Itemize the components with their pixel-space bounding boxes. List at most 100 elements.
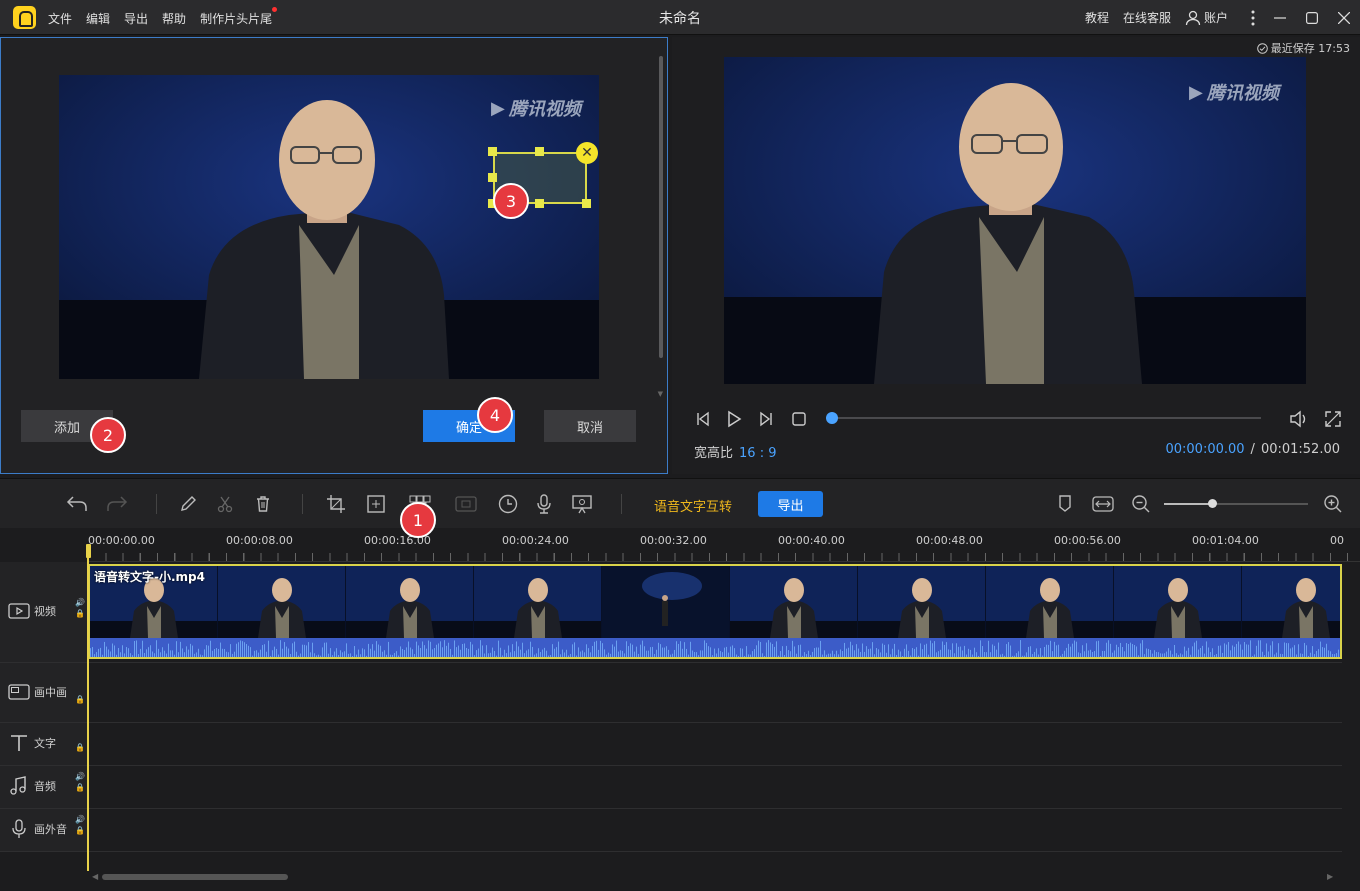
scroll-down-arrow-icon[interactable]: ▼: [658, 390, 663, 398]
zoom-region-button[interactable]: [365, 493, 387, 515]
more-menu-button[interactable]: [1242, 0, 1264, 35]
zoom-in-button[interactable]: [1322, 493, 1344, 515]
crop-button[interactable]: [325, 493, 347, 515]
mute-track-icon[interactable]: 🔊: [75, 815, 85, 824]
next-frame-button[interactable]: [755, 408, 777, 430]
duration-button[interactable]: [497, 493, 519, 515]
waveform-bar: [1152, 653, 1153, 657]
aspect-ratio[interactable]: 宽高比 16 : 9: [694, 442, 776, 461]
redo-button[interactable]: [106, 493, 128, 515]
menu-export[interactable]: 导出: [124, 10, 148, 27]
account-button[interactable]: 账户: [1185, 9, 1228, 26]
menu-edit[interactable]: 编辑: [86, 10, 110, 27]
waveform-bar: [968, 648, 969, 657]
edit-video-canvas[interactable]: ▶ 腾讯视频: [59, 75, 599, 379]
lock-track-icon[interactable]: 🔒: [75, 609, 85, 618]
stop-icon: [792, 412, 806, 426]
mute-track-icon[interactable]: 🔊: [75, 772, 85, 781]
export-button[interactable]: 导出: [758, 491, 823, 517]
waveform-bar: [974, 647, 975, 657]
resize-handle-ml[interactable]: [488, 173, 497, 182]
waveform-bar: [504, 649, 505, 657]
delete-button[interactable]: [252, 493, 274, 515]
waveform-bar: [616, 640, 617, 657]
timeline-horizontal-scrollbar[interactable]: [102, 874, 288, 880]
timeline-zoom-slider[interactable]: [1164, 499, 1308, 508]
support-link[interactable]: 在线客服: [1123, 9, 1171, 26]
waveform-bar: [194, 653, 195, 657]
preview-video[interactable]: ▶ 腾讯视频: [724, 57, 1306, 384]
waveform-bar: [332, 655, 333, 657]
playhead[interactable]: [87, 544, 89, 871]
scroll-right-arrow-icon[interactable]: ▶: [1327, 872, 1333, 881]
waveform-bar: [1090, 649, 1091, 657]
maximize-button[interactable]: [1296, 0, 1328, 35]
mute-track-icon[interactable]: 🔊: [75, 598, 85, 607]
waveform-bar: [918, 655, 919, 657]
menu-help[interactable]: 帮助: [162, 10, 186, 27]
volume-button[interactable]: [1288, 408, 1310, 430]
waveform-bar: [1316, 651, 1317, 657]
waveform-bar: [1164, 653, 1165, 657]
voiceover-track[interactable]: 画外音 🔊 🔒: [0, 809, 1342, 852]
waveform-bar: [876, 648, 877, 657]
tutorial-link[interactable]: 教程: [1085, 9, 1109, 26]
cancel-button[interactable]: 取消: [544, 410, 636, 442]
waveform-bar: [844, 642, 845, 657]
time-ruler[interactable]: 00:00:00.00 00:00:08.00 00:00:16.00 00:0…: [88, 528, 1360, 562]
freeze-frame-button[interactable]: [455, 493, 477, 515]
waveform-bar: [756, 645, 757, 657]
menu-file[interactable]: 文件: [48, 10, 72, 27]
fit-timeline-button[interactable]: [1092, 493, 1114, 515]
waveform-bar: [292, 643, 293, 657]
waveform-bar: [570, 653, 571, 657]
annotation-badge-2: 2: [90, 417, 126, 453]
waveform-bar: [898, 649, 899, 657]
zoom-slider-knob[interactable]: [1207, 499, 1217, 508]
waveform-bar: [1120, 642, 1121, 657]
edit-pencil-button[interactable]: [177, 493, 199, 515]
remove-mosaic-button[interactable]: ✕: [576, 142, 598, 164]
waveform-bar: [316, 655, 317, 657]
resize-handle-bm[interactable]: [535, 199, 544, 208]
lock-track-icon[interactable]: 🔒: [75, 783, 85, 792]
stop-button[interactable]: [788, 408, 810, 430]
waveform-bar: [548, 655, 549, 657]
progress-handle[interactable]: [826, 412, 838, 424]
text-track[interactable]: 文字 🔒: [0, 723, 1342, 766]
playback-progress[interactable]: [826, 412, 1261, 424]
video-clip[interactable]: 语音转文字-小.mp4: [88, 564, 1342, 659]
waveform-bar: [228, 652, 229, 657]
lock-track-icon[interactable]: 🔒: [75, 695, 85, 704]
lock-track-icon[interactable]: 🔒: [75, 826, 85, 835]
record-voice-button[interactable]: [533, 493, 555, 515]
waveform-bar: [1206, 641, 1207, 657]
record-screen-button[interactable]: [571, 493, 593, 515]
waveform-bar: [174, 654, 175, 657]
waveform-bar: [944, 644, 945, 657]
zoom-out-button[interactable]: [1130, 493, 1152, 515]
split-button[interactable]: [214, 493, 236, 515]
resize-handle-br[interactable]: [582, 199, 591, 208]
pip-track[interactable]: 画中画 🔒: [0, 663, 1342, 723]
play-button[interactable]: [723, 408, 745, 430]
waveform-bar: [866, 646, 867, 657]
prev-frame-button[interactable]: [692, 408, 714, 430]
vertical-scrollbar[interactable]: [659, 56, 663, 358]
fullscreen-button[interactable]: [1322, 408, 1344, 430]
minimize-button[interactable]: [1264, 0, 1296, 35]
scroll-left-arrow-icon[interactable]: ◀: [92, 872, 98, 881]
lock-track-icon[interactable]: 🔒: [75, 743, 85, 752]
app-logo-icon: [13, 6, 36, 29]
waveform-bar: [1318, 649, 1319, 657]
resize-handle-tm[interactable]: [535, 147, 544, 156]
close-button[interactable]: [1328, 0, 1360, 35]
speech-to-text-button[interactable]: 语音文字互转: [654, 496, 732, 515]
audio-track[interactable]: 音频 🔊 🔒: [0, 766, 1342, 809]
waveform-bar: [706, 642, 707, 657]
resize-handle-tl[interactable]: [488, 147, 497, 156]
add-marker-button[interactable]: [1054, 493, 1076, 515]
undo-button[interactable]: [66, 493, 88, 515]
menu-make-intro-outro[interactable]: 制作片头片尾: [200, 7, 278, 27]
waveform-bar: [874, 654, 875, 657]
